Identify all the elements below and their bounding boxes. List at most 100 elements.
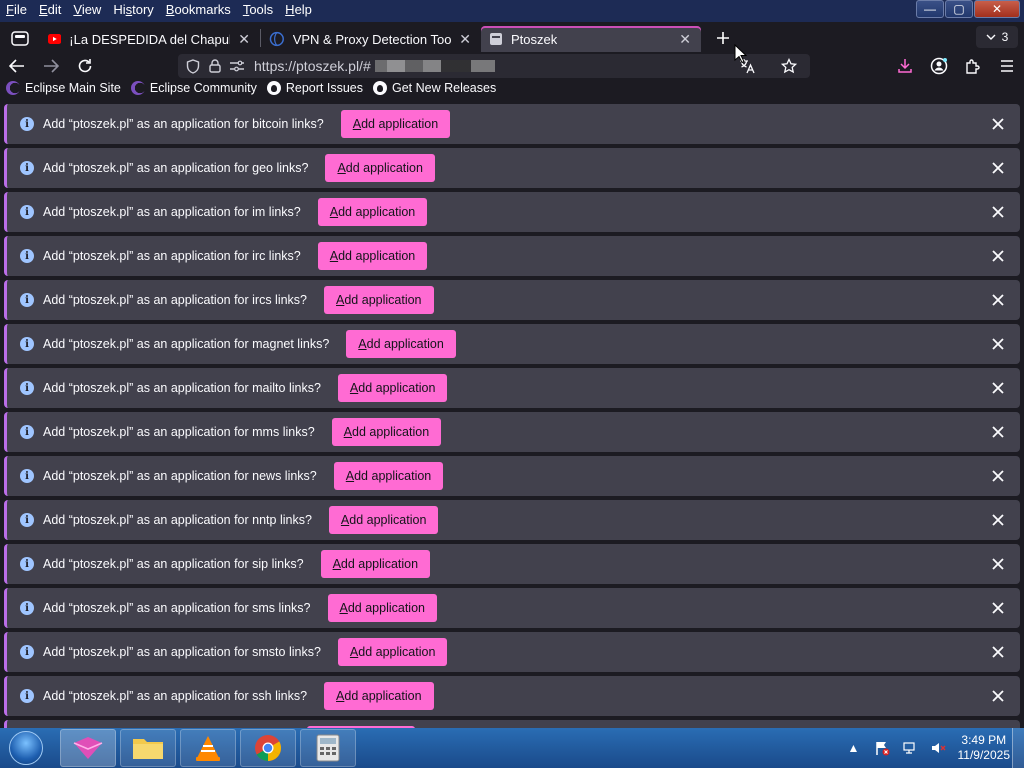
info-icon: i xyxy=(20,249,34,263)
bookmark-eclipse-community[interactable]: Eclipse Community xyxy=(130,81,257,95)
menu-edit[interactable]: Edit xyxy=(33,0,67,22)
notification-message: Add “ptoszek.pl” as an application for i… xyxy=(43,205,301,219)
close-notification-button[interactable] xyxy=(988,202,1008,222)
back-arrow-icon xyxy=(9,59,24,73)
close-notification-button[interactable] xyxy=(988,510,1008,530)
info-icon: i xyxy=(20,337,34,351)
close-notification-button[interactable] xyxy=(988,686,1008,706)
taskbar-calculator-button[interactable] xyxy=(300,729,356,767)
downloads-button[interactable] xyxy=(888,54,922,78)
add-application-button[interactable]: Add application xyxy=(324,682,434,710)
url-bar[interactable]: https://ptoszek.pl/# xyxy=(178,54,810,78)
add-button-accesskey: A xyxy=(329,205,339,219)
menu-help[interactable]: Help xyxy=(279,0,318,22)
bookmark-report-issues[interactable]: Report Issues xyxy=(266,81,363,95)
notification-message: Add “ptoszek.pl” as an application for i… xyxy=(43,249,301,263)
list-all-tabs-button[interactable]: 3 xyxy=(976,26,1018,48)
close-notification-button[interactable] xyxy=(988,422,1008,442)
menu-bar: File Edit View History Bookmarks Tools Help — … xyxy=(0,0,1024,22)
close-notification-button[interactable] xyxy=(988,246,1008,266)
bookmark-get-new-releases[interactable]: Get New Releases xyxy=(372,81,497,95)
minimize-button[interactable]: — xyxy=(916,0,944,18)
add-application-button[interactable]: Add application xyxy=(340,110,451,138)
bookmark-eclipse-main-site[interactable]: Eclipse Main Site xyxy=(6,81,121,95)
add-button-accesskey: A xyxy=(337,161,346,175)
close-notification-button[interactable] xyxy=(988,378,1008,398)
close-notification-button[interactable] xyxy=(988,114,1008,134)
extensions-button[interactable] xyxy=(956,54,990,78)
close-notification-button[interactable] xyxy=(988,642,1008,662)
tracking-protection-shield-icon[interactable] xyxy=(182,58,204,74)
back-button[interactable] xyxy=(0,54,34,78)
menu-view[interactable]: View xyxy=(67,0,107,22)
close-tab-icon[interactable]: ✕ xyxy=(679,31,691,48)
clock[interactable]: 3:49 PM 11/9/2025 xyxy=(958,733,1011,763)
add-application-button[interactable]: Add application xyxy=(337,638,448,666)
add-application-button[interactable]: Add application xyxy=(327,594,437,622)
tab-3[interactable]: Ptoszek ✕ xyxy=(481,26,701,52)
close-notification-button[interactable] xyxy=(988,158,1008,178)
bookmark-star-button[interactable] xyxy=(772,54,806,78)
menu-tools[interactable]: Tools xyxy=(237,0,279,22)
permissions-icon[interactable] xyxy=(226,60,248,72)
chrome-icon xyxy=(254,734,282,762)
protocol-handler-notification: i Add “ptoszek.pl” as an application for … xyxy=(4,500,1020,540)
add-application-button[interactable]: Add application xyxy=(320,550,431,578)
add-application-button[interactable]: Add application xyxy=(337,374,448,402)
firefox-view-button[interactable] xyxy=(0,22,40,54)
add-application-button[interactable]: Add application xyxy=(333,462,444,490)
taskbar-folder-button[interactable] xyxy=(120,729,176,767)
menu-history[interactable]: History xyxy=(107,0,159,22)
menu-file[interactable]: File xyxy=(0,0,33,22)
lock-icon[interactable] xyxy=(204,59,226,73)
plus-icon xyxy=(717,32,729,44)
taskbar-app-button[interactable] xyxy=(60,729,116,767)
menu-items: File Edit View History Bookmarks Tools Help xyxy=(0,0,318,22)
add-application-button[interactable]: Add application xyxy=(325,154,435,182)
action-center-flag-icon[interactable] xyxy=(874,740,890,756)
protocol-handler-notification: i Add “ptoszek.pl” as an application for … xyxy=(4,412,1020,452)
add-application-button[interactable]: Add application xyxy=(324,286,434,314)
maximize-button[interactable]: ▢ xyxy=(945,0,973,18)
new-tab-button[interactable] xyxy=(709,24,737,52)
notification-area: i Add “ptoszek.pl” as an application for … xyxy=(0,98,1024,728)
volume-muted-icon[interactable] xyxy=(930,740,946,756)
close-icon xyxy=(992,558,1004,570)
star-icon xyxy=(781,58,797,74)
add-application-button[interactable]: Add application xyxy=(346,330,456,358)
bookmark-label: Get New Releases xyxy=(391,81,497,95)
add-button-accesskey: A xyxy=(349,381,359,395)
taskbar-chrome-button[interactable] xyxy=(240,729,296,767)
app-menu-button[interactable] xyxy=(990,54,1024,78)
menu-bookmarks[interactable]: Bookmarks xyxy=(160,0,237,22)
notification-message: Add “ptoszek.pl” as an application for m… xyxy=(43,337,330,351)
reload-button[interactable] xyxy=(68,54,102,78)
add-application-button[interactable]: Add application xyxy=(331,418,442,446)
show-hidden-icons-button[interactable]: ▲ xyxy=(846,740,862,756)
globe-icon xyxy=(269,31,284,47)
add-application-button[interactable]: Add application xyxy=(328,506,439,534)
taskbar-vlc-button[interactable] xyxy=(180,729,236,767)
tab-1[interactable]: ¡La DESPEDIDA del Chapulín Co ✕ xyxy=(40,26,260,52)
add-button-label: dd application xyxy=(354,469,432,483)
account-button[interactable] xyxy=(922,54,956,78)
tab-2[interactable]: VPN & Proxy Detection Tool ✕ xyxy=(261,26,481,52)
start-button[interactable] xyxy=(0,728,52,768)
forward-button[interactable] xyxy=(34,54,68,78)
close-window-button[interactable]: ✕ xyxy=(974,0,1020,18)
notification-message: Add “ptoszek.pl” as an application for m… xyxy=(43,425,315,439)
close-notification-button[interactable] xyxy=(988,290,1008,310)
close-notification-button[interactable] xyxy=(988,598,1008,618)
close-notification-button[interactable] xyxy=(988,334,1008,354)
close-tab-icon[interactable]: ✕ xyxy=(459,31,471,48)
show-desktop-button[interactable] xyxy=(1012,728,1024,768)
info-icon: i xyxy=(20,513,34,527)
add-application-button[interactable]: Add application xyxy=(317,198,428,226)
add-application-button[interactable]: Add application xyxy=(317,242,428,270)
close-notification-button[interactable] xyxy=(988,554,1008,574)
close-tab-icon[interactable]: ✕ xyxy=(238,31,250,48)
close-notification-button[interactable] xyxy=(988,466,1008,486)
account-icon xyxy=(930,57,948,75)
add-button-label: dd application xyxy=(338,249,416,263)
network-icon[interactable] xyxy=(902,740,918,756)
